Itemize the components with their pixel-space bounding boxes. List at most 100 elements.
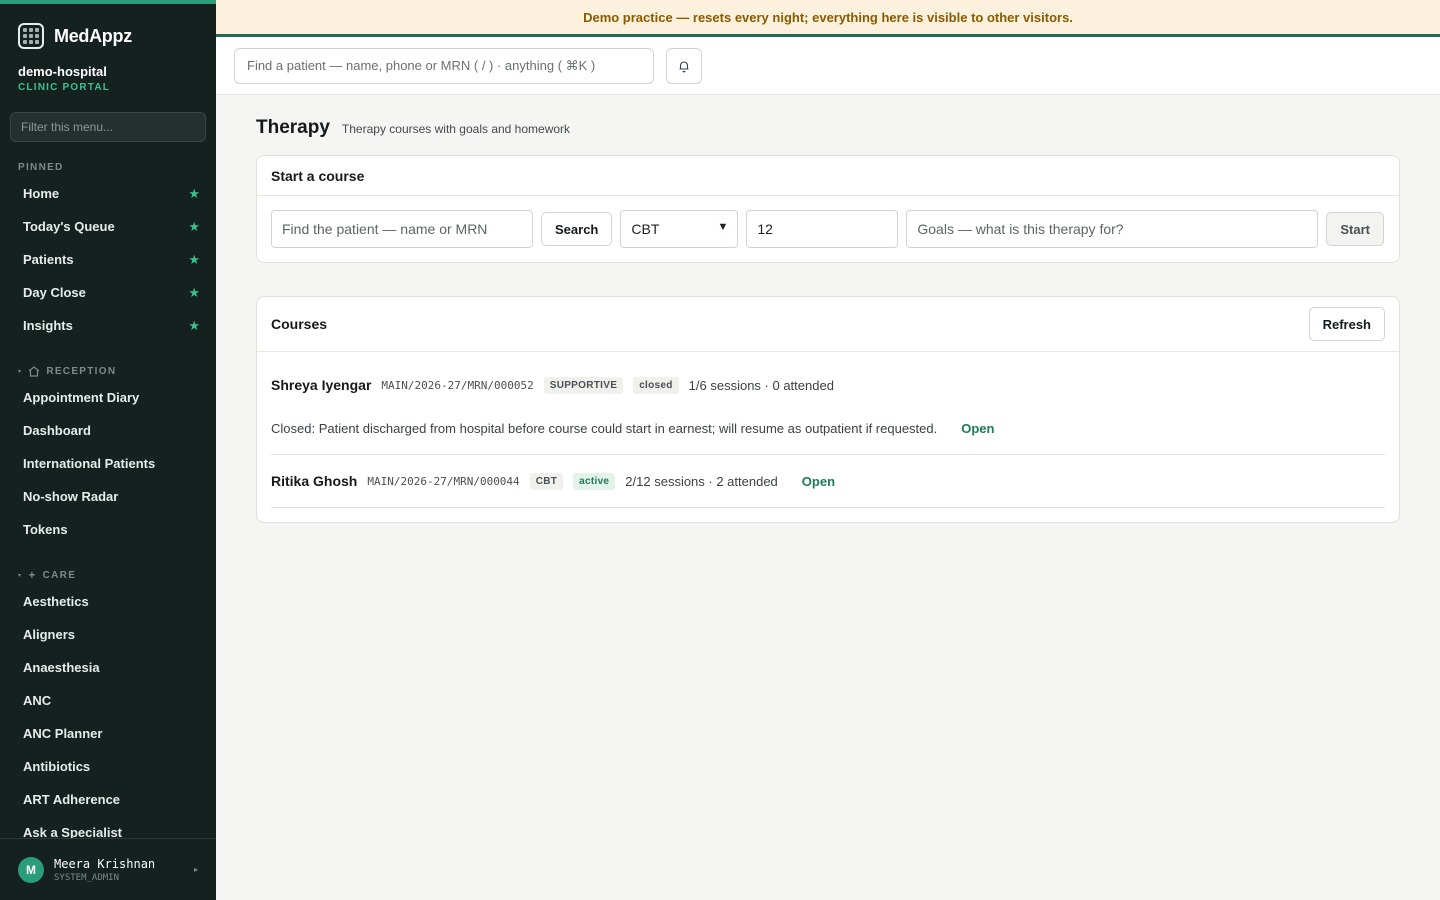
therapy-type-badge: SUPPORTIVE [543, 376, 624, 394]
section-toggle-care[interactable]: ▾ + CARE [0, 567, 216, 583]
sidebar-item-anaesthesia[interactable]: Anaesthesia [0, 651, 216, 684]
chevron-down-icon: ▼ [717, 221, 729, 233]
courses-header: Courses Refresh [257, 297, 1399, 352]
sidebar-item-todays-queue[interactable]: Today's Queue ★ [0, 210, 216, 243]
sidebar-item-day-close[interactable]: Day Close ★ [0, 276, 216, 309]
sidebar-item-label: Anaesthesia [23, 660, 100, 675]
demo-banner: Demo practice — resets every night; ever… [216, 0, 1440, 37]
star-icon[interactable]: ★ [188, 219, 200, 235]
list-item: Shreya Iyengar MAIN/2026-27/MRN/000052 S… [271, 352, 1385, 455]
course-list: Shreya Iyengar MAIN/2026-27/MRN/000052 S… [257, 352, 1399, 522]
page-title: Therapy [256, 117, 330, 138]
open-course-link[interactable]: Open [802, 474, 835, 489]
therapy-type-badge: CBT [529, 472, 564, 490]
sidebar-item-label: Today's Queue [23, 219, 115, 234]
collapse-caret-icon: ▾ [18, 368, 23, 375]
sidebar-item-home[interactable]: Home ★ [0, 177, 216, 210]
section-label-pinned: PINNED [18, 161, 64, 173]
sidebar-item-insights[interactable]: Insights ★ [0, 309, 216, 342]
patient-mrn: MAIN/2026-27/MRN/000044 [367, 474, 520, 488]
sidebar-item-patients[interactable]: Patients ★ [0, 243, 216, 276]
sidebar-item-art-adherence[interactable]: ART Adherence [0, 783, 216, 816]
sidebar-item-label: Appointment Diary [23, 390, 140, 405]
sidebar-item-label: Tokens [23, 522, 68, 537]
patient-name: Ritika Ghosh [271, 473, 358, 489]
list-item: Ritika Ghosh MAIN/2026-27/MRN/000044 CBT… [271, 455, 1385, 508]
sidebar-item-label: Antibiotics [23, 759, 91, 774]
section-toggle-reception[interactable]: ▾ RECEPTION [0, 363, 216, 379]
user-info: Meera Krishnan SYSTEM_ADMIN [54, 857, 155, 883]
sidebar-item-label: No-show Radar [23, 489, 119, 504]
brand-name: MedAppz [54, 25, 132, 46]
sidebar: MedAppz demo-hospital CLINIC PORTAL PINN… [0, 0, 216, 900]
star-icon[interactable]: ★ [188, 186, 200, 202]
sessions-input[interactable] [746, 210, 899, 248]
reception-list: Appointment Diary Dashboard Internationa… [0, 381, 216, 546]
sidebar-item-label: ART Adherence [23, 792, 121, 807]
sidebar-item-appointment-diary[interactable]: Appointment Diary [0, 381, 216, 414]
course-summary: Ritika Ghosh MAIN/2026-27/MRN/000044 CBT… [271, 455, 1385, 507]
star-icon[interactable]: ★ [188, 318, 200, 334]
sidebar-item-label: ANC Planner [23, 726, 103, 741]
open-course-link[interactable]: Open [961, 421, 994, 436]
courses-card: Courses Refresh Shreya Iyengar MAIN/2026… [256, 296, 1400, 523]
sidebar-item-label: Aligners [23, 627, 76, 642]
sidebar-item-international-patients[interactable]: International Patients [0, 447, 216, 480]
sidebar-item-antibiotics[interactable]: Antibiotics [0, 750, 216, 783]
sidebar-item-dashboard[interactable]: Dashboard [0, 414, 216, 447]
section-label-care: CARE [42, 569, 77, 581]
star-icon[interactable]: ★ [188, 252, 200, 268]
sidebar-item-label: Home [23, 186, 60, 201]
plus-icon: + [28, 568, 37, 582]
sidebar-item-label: International Patients [23, 456, 156, 471]
start-course-card: Start a course Search CBT ▼ Start [256, 155, 1400, 263]
page-subtitle: Therapy courses with goals and homework [341, 122, 571, 136]
sidebar-item-no-show-radar[interactable]: No-show Radar [0, 480, 216, 513]
star-icon[interactable]: ★ [188, 285, 200, 301]
sidebar-item-anc-planner[interactable]: ANC Planner [0, 717, 216, 750]
sidebar-item-label: ANC [23, 693, 52, 708]
chevron-icon: ▸ [193, 865, 198, 874]
org-name: demo-hospital [18, 64, 107, 79]
course-summary: Shreya Iyengar MAIN/2026-27/MRN/000052 S… [271, 352, 1385, 418]
patient-name: Shreya Iyengar [271, 377, 372, 393]
courses-title: Courses [271, 316, 328, 332]
search-button[interactable]: Search [541, 212, 613, 246]
bell-icon [679, 60, 689, 72]
start-button[interactable]: Start [1326, 212, 1384, 246]
session-count: 2/12 sessions · 2 attended [625, 473, 778, 489]
sidebar-item-label: Day Close [23, 285, 86, 300]
topbar [216, 37, 1440, 95]
avatar: M [18, 856, 44, 883]
menu-filter-input[interactable] [10, 112, 206, 142]
patient-mrn: MAIN/2026-27/MRN/000052 [381, 378, 534, 392]
user-name: Meera Krishnan [54, 856, 156, 871]
sidebar-item-tokens[interactable]: Tokens [0, 513, 216, 546]
app-logo-icon [18, 23, 44, 49]
user-role: SYSTEM_ADMIN [54, 872, 120, 883]
sidebar-item-label: Patients [23, 252, 74, 267]
sidebar-item-label: Dashboard [23, 423, 91, 438]
user-menu[interactable]: M Meera Krishnan SYSTEM_ADMIN ▸ [0, 838, 216, 900]
brand[interactable]: MedAppz [0, 4, 216, 54]
course-note: Closed: Patient discharged from hospital… [271, 418, 1385, 438]
goals-input[interactable] [906, 210, 1319, 248]
notifications-button[interactable] [666, 47, 702, 84]
start-course-title: Start a course [257, 156, 1399, 196]
collapse-caret-icon: ▾ [18, 572, 23, 579]
sidebar-item-anc[interactable]: ANC [0, 684, 216, 717]
sidebar-item-aligners[interactable]: Aligners [0, 618, 216, 651]
patient-search-input[interactable] [234, 47, 654, 84]
sidebar-item-label: Insights [23, 318, 73, 333]
therapy-type-select[interactable]: CBT ▼ [620, 210, 739, 248]
main-content: Therapy Therapy courses with goals and h… [256, 95, 1400, 523]
patient-find-input[interactable] [271, 210, 533, 248]
sidebar-item-aesthetics[interactable]: Aesthetics [0, 585, 216, 618]
care-list: Aesthetics Aligners Anaesthesia ANC ANC … [0, 585, 216, 849]
org-info: demo-hospital CLINIC PORTAL [0, 54, 216, 93]
page-header: Therapy Therapy courses with goals and h… [256, 117, 1400, 143]
refresh-button[interactable]: Refresh [1308, 307, 1385, 341]
section-label-reception: RECEPTION [46, 365, 117, 377]
status-badge: active [573, 472, 616, 490]
org-subtitle: CLINIC PORTAL [18, 82, 111, 93]
